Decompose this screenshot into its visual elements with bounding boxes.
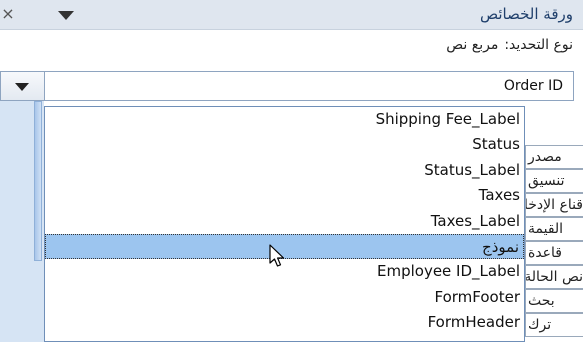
object-dropdown-list[interactable]: Shipping Fee_Label Status Status_Label T… bbox=[44, 106, 525, 342]
object-combo-dropdown-button[interactable] bbox=[0, 71, 44, 101]
selection-type: نوع التحديد: مربع نص bbox=[440, 37, 573, 53]
chevron-down-icon bbox=[15, 83, 29, 91]
tab-item[interactable]: مصدر bbox=[525, 145, 583, 169]
tab-item[interactable]: بحث bbox=[525, 289, 583, 313]
tab-item[interactable]: نص الحالة bbox=[525, 265, 583, 289]
tab-item[interactable]: ترك bbox=[525, 313, 583, 337]
tab-item[interactable]: قاعدة bbox=[525, 241, 583, 265]
scrollbar-thumb[interactable] bbox=[34, 101, 42, 261]
list-item[interactable]: Taxes_Label bbox=[45, 209, 524, 234]
mouse-pointer-icon bbox=[269, 244, 285, 267]
tab-item[interactable]: تنسيق bbox=[525, 169, 583, 193]
tab-item[interactable]: قناع الإدخال bbox=[525, 193, 583, 217]
object-combo-box[interactable]: Order ID bbox=[44, 71, 574, 101]
list-item[interactable]: Status bbox=[45, 132, 524, 157]
close-icon[interactable]: × bbox=[0, 4, 16, 23]
dropdown-arrow-icon[interactable] bbox=[58, 11, 74, 20]
object-combo-value: Order ID bbox=[503, 78, 563, 94]
selection-type-value: مربع نص bbox=[446, 37, 499, 53]
list-item[interactable]: Status_Label bbox=[45, 158, 524, 183]
list-item[interactable]: Shipping Fee_Label bbox=[45, 107, 524, 132]
property-sheet-titlebar: × ورقة الخصائص bbox=[0, 0, 583, 30]
tab-item[interactable]: القيمة bbox=[525, 217, 583, 241]
list-item[interactable]: FormFooter bbox=[45, 285, 524, 310]
panel-title: ورقة الخصائص bbox=[479, 5, 573, 23]
property-tabs: مصدر تنسيق قناع الإدخال القيمة قاعدة نص … bbox=[525, 145, 583, 337]
selection-type-label: نوع التحديد: bbox=[504, 37, 573, 53]
list-item[interactable]: FormHeader bbox=[45, 310, 524, 335]
list-item[interactable]: Taxes bbox=[45, 183, 524, 208]
